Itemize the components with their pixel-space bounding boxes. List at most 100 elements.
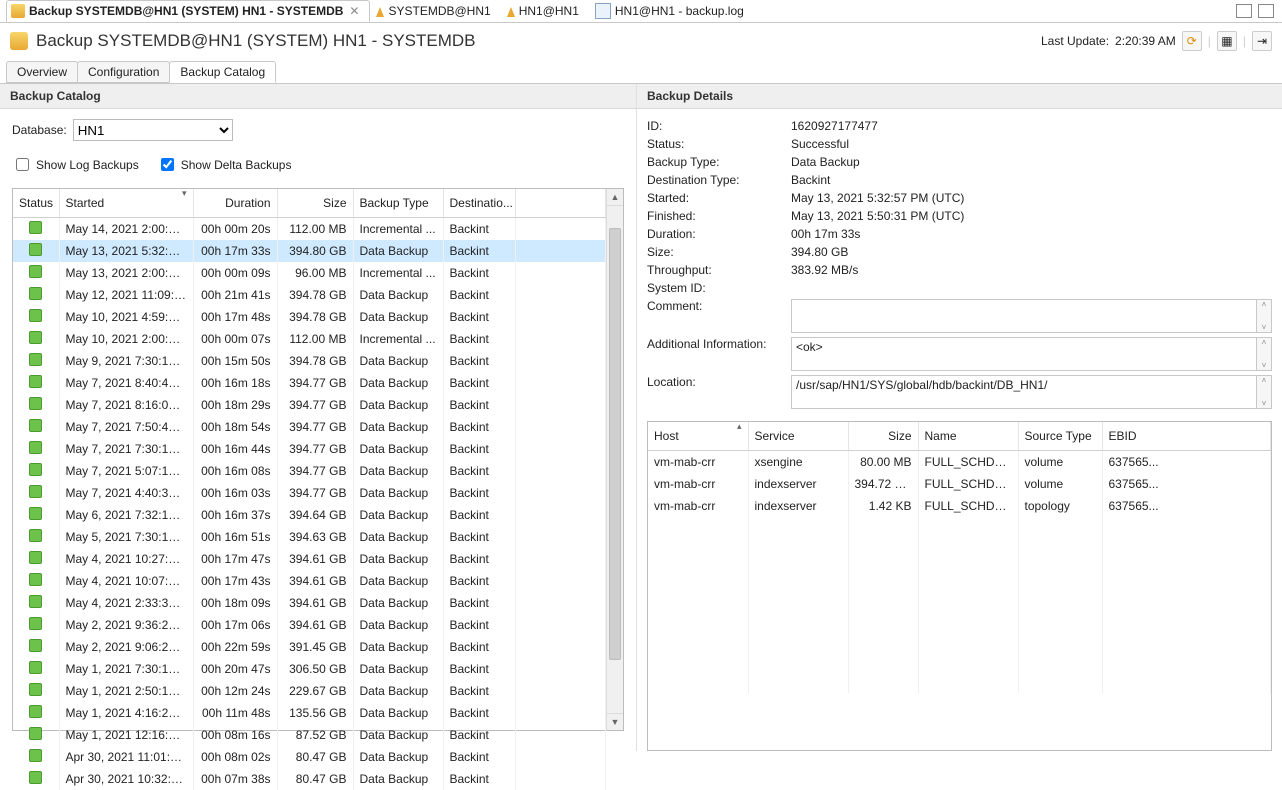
- col-status[interactable]: Status: [13, 189, 59, 218]
- label-backup-type: Backup Type:: [647, 155, 787, 169]
- maximize-button[interactable]: [1258, 4, 1274, 18]
- database-select[interactable]: HN1: [73, 119, 233, 141]
- cell-size: 87.52 GB: [277, 724, 353, 746]
- table-row[interactable]: vm-mab-crrindexserver1.42 KBFULL_SCHD_d.…: [648, 495, 1271, 517]
- location-scrollbar[interactable]: ˄˅: [1257, 375, 1272, 409]
- host-grid: Host▴ Service Size Name Source Type EBID…: [647, 421, 1272, 751]
- table-row[interactable]: May 5, 2021 7:30:13 ...00h 16m 51s394.63…: [13, 526, 606, 548]
- cell-duration: 00h 22m 59s: [193, 636, 277, 658]
- scroll-thumb[interactable]: [609, 228, 621, 660]
- table-row[interactable]: May 4, 2021 10:27:57...00h 17m 47s394.61…: [13, 548, 606, 570]
- backup-icon: [10, 32, 28, 50]
- scroll-up-button[interactable]: ▲: [607, 189, 623, 206]
- sort-desc-icon: ▾: [182, 188, 187, 199]
- cell-backup-type: Data Backup: [353, 614, 443, 636]
- catalog-scrollbar[interactable]: ▲ ▼: [606, 189, 623, 730]
- table-row[interactable]: May 7, 2021 8:16:03 ...00h 18m 29s394.77…: [13, 394, 606, 416]
- col-started[interactable]: Started▾: [59, 189, 193, 218]
- col-destination[interactable]: Destinatio...: [443, 189, 515, 218]
- tab-backup-catalog[interactable]: Backup Catalog: [169, 61, 276, 83]
- cell-destination: Backint: [443, 592, 515, 614]
- additional-info-scrollbar[interactable]: ˄˅: [1257, 337, 1272, 371]
- table-row[interactable]: May 2, 2021 9:36:20 ...00h 17m 06s394.61…: [13, 614, 606, 636]
- table-row[interactable]: May 10, 2021 2:00:14...00h 00m 07s112.00…: [13, 328, 606, 350]
- table-row[interactable]: May 1, 2021 4:16:24 ...00h 11m 48s135.56…: [13, 702, 606, 724]
- editor-tab-hn1[interactable]: HN1@HN1: [503, 1, 589, 21]
- table-row[interactable]: May 1, 2021 2:50:12 ...00h 12m 24s229.67…: [13, 680, 606, 702]
- additional-info-field[interactable]: [791, 337, 1257, 371]
- status-success-icon: [29, 375, 42, 388]
- cell-size: 96.00 MB: [277, 262, 353, 284]
- table-row[interactable]: May 12, 2021 11:09:5...00h 21m 41s394.78…: [13, 284, 606, 306]
- tab-overview[interactable]: Overview: [6, 61, 78, 83]
- cell-size: 229.67 GB: [277, 680, 353, 702]
- hcol-source-type[interactable]: Source Type: [1018, 422, 1102, 451]
- cell-size: 394.77 GB: [277, 372, 353, 394]
- table-row[interactable]: May 13, 2021 2:00:13...00h 00m 09s96.00 …: [13, 262, 606, 284]
- hcol-service[interactable]: Service: [748, 422, 848, 451]
- table-row[interactable]: May 1, 2021 12:16:21...00h 08m 16s87.52 …: [13, 724, 606, 746]
- flask-icon: [507, 7, 515, 17]
- table-row[interactable]: May 2, 2021 9:06:25 ...00h 22m 59s391.45…: [13, 636, 606, 658]
- export-button[interactable]: ⇥: [1252, 31, 1272, 51]
- col-duration[interactable]: Duration: [193, 189, 277, 218]
- value-finished: May 13, 2021 5:50:31 PM (UTC): [791, 209, 1272, 223]
- show-log-backups-checkbox[interactable]: Show Log Backups: [12, 155, 139, 174]
- table-row[interactable]: May 6, 2021 7:32:12 ...00h 16m 37s394.64…: [13, 504, 606, 526]
- table-row[interactable]: May 4, 2021 2:33:39 ...00h 18m 09s394.61…: [13, 592, 606, 614]
- table-row[interactable]: May 7, 2021 5:07:14 ...00h 16m 08s394.77…: [13, 460, 606, 482]
- cell-duration: 00h 15m 50s: [193, 350, 277, 372]
- scroll-track[interactable]: [607, 206, 623, 713]
- tab-configuration[interactable]: Configuration: [77, 61, 170, 83]
- cell-duration: 00h 16m 18s: [193, 372, 277, 394]
- label-finished: Finished:: [647, 209, 787, 223]
- table-row[interactable]: Apr 30, 2021 11:01:3...00h 08m 02s80.47 …: [13, 746, 606, 768]
- cell-ebid: 637565...: [1102, 451, 1271, 474]
- cell-started: May 9, 2021 7:30:13 ...: [59, 350, 193, 372]
- show-log-backups-input[interactable]: [16, 158, 29, 171]
- cell-started: May 13, 2021 5:32:57...: [59, 240, 193, 262]
- refresh-button[interactable]: ⟳: [1182, 31, 1202, 51]
- hcol-size[interactable]: Size: [848, 422, 918, 451]
- scroll-down-button[interactable]: ▼: [607, 713, 623, 730]
- editor-tab-backuplog[interactable]: HN1@HN1 - backup.log: [591, 1, 754, 21]
- status-success-icon: [29, 727, 42, 740]
- hcol-host[interactable]: Host▴: [648, 422, 748, 451]
- table-row[interactable]: May 1, 2021 7:30:14 ...00h 20m 47s306.50…: [13, 658, 606, 680]
- editor-tab-systemdb[interactable]: SYSTEMDB@HN1: [372, 1, 500, 21]
- editor-tab-backup[interactable]: Backup SYSTEMDB@HN1 (SYSTEM) HN1 - SYSTE…: [6, 0, 370, 22]
- table-row[interactable]: May 10, 2021 4:59:10...00h 17m 48s394.78…: [13, 306, 606, 328]
- table-row[interactable]: May 9, 2021 7:30:13 ...00h 15m 50s394.78…: [13, 350, 606, 372]
- location-field[interactable]: [791, 375, 1257, 409]
- status-success-icon: [29, 309, 42, 322]
- comment-scrollbar[interactable]: ˄˅: [1257, 299, 1272, 333]
- table-row[interactable]: May 13, 2021 5:32:57...00h 17m 33s394.80…: [13, 240, 606, 262]
- hcol-ebid[interactable]: EBID: [1102, 422, 1271, 451]
- cell-source-type: volume: [1018, 451, 1102, 474]
- comment-field[interactable]: [791, 299, 1257, 333]
- cell-backup-type: Data Backup: [353, 240, 443, 262]
- cell-size: 394.80 GB: [277, 240, 353, 262]
- cell-size: 394.77 GB: [277, 482, 353, 504]
- cell-destination: Backint: [443, 768, 515, 790]
- table-row[interactable]: Apr 30, 2021 10:32:1...00h 07m 38s80.47 …: [13, 768, 606, 790]
- save-button[interactable]: ▦: [1217, 31, 1237, 51]
- close-icon[interactable]: ✕: [349, 4, 359, 18]
- table-row[interactable]: vm-mab-crrindexserver394.72 GBFULL_SCHD_…: [648, 473, 1271, 495]
- show-delta-backups-input[interactable]: [161, 158, 174, 171]
- cell-duration: 00h 16m 08s: [193, 460, 277, 482]
- table-row[interactable]: May 7, 2021 7:50:48 ...00h 18m 54s394.77…: [13, 416, 606, 438]
- col-backup-type[interactable]: Backup Type: [353, 189, 443, 218]
- table-row[interactable]: vm-mab-crrxsengine80.00 MBFULL_SCHD_d...…: [648, 451, 1271, 474]
- hcol-name[interactable]: Name: [918, 422, 1018, 451]
- cell-backup-type: Incremental ...: [353, 218, 443, 241]
- table-row[interactable]: May 14, 2021 2:00:13...00h 00m 20s112.00…: [13, 218, 606, 241]
- table-row[interactable]: May 7, 2021 7:30:13 ...00h 16m 44s394.77…: [13, 438, 606, 460]
- col-size[interactable]: Size: [277, 189, 353, 218]
- cell-name: FULL_SCHD_d...: [918, 473, 1018, 495]
- minimize-button[interactable]: [1236, 4, 1252, 18]
- show-delta-backups-checkbox[interactable]: Show Delta Backups: [157, 155, 292, 174]
- table-row[interactable]: May 4, 2021 10:07:13...00h 17m 43s394.61…: [13, 570, 606, 592]
- table-row[interactable]: May 7, 2021 8:40:47 ...00h 16m 18s394.77…: [13, 372, 606, 394]
- table-row[interactable]: May 7, 2021 4:40:30 ...00h 16m 03s394.77…: [13, 482, 606, 504]
